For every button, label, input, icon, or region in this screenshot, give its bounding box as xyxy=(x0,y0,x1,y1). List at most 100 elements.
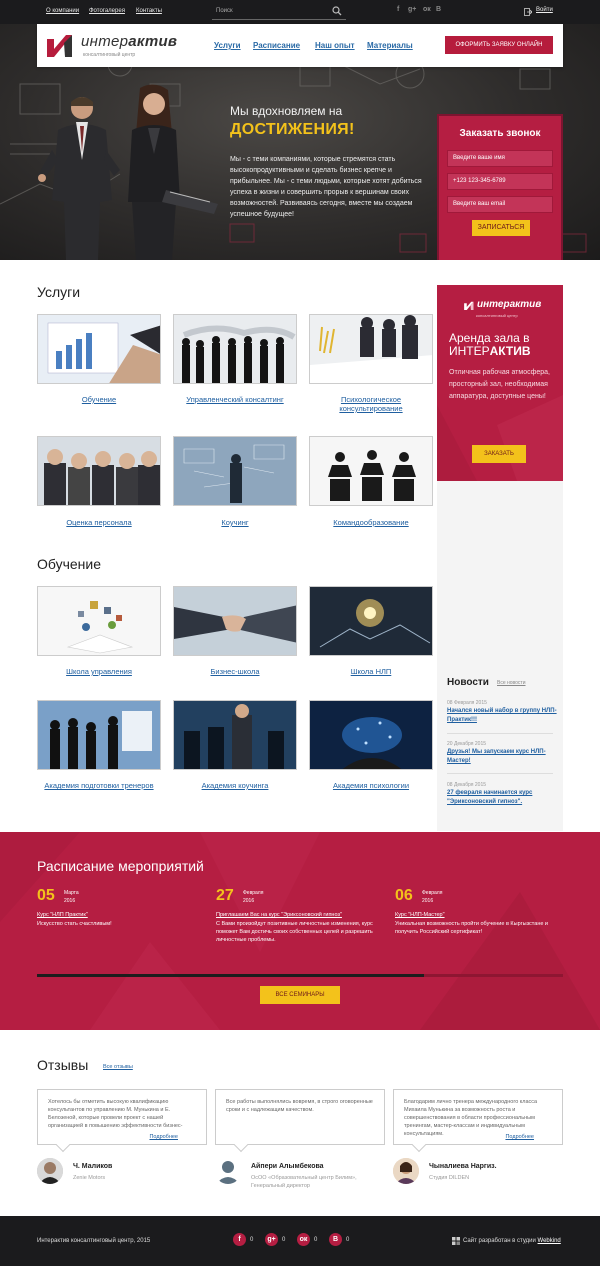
service-link-teambuilding[interactable]: Командообразование xyxy=(309,518,433,527)
hall-rental-banner: интерактив консалтинговый центр Аренда з… xyxy=(437,285,563,481)
news-divider xyxy=(447,773,553,774)
training-link-coaching-academy[interactable]: Академия коучинга xyxy=(173,781,297,790)
service-image-coaching[interactable] xyxy=(173,436,297,506)
search-icon[interactable] xyxy=(332,6,342,16)
reviewer-organization: ОсОО «Образовательный центр Билим», Гене… xyxy=(251,1175,357,1189)
training-image-nlp[interactable] xyxy=(309,586,433,656)
reviews-title: Отзывы xyxy=(37,1057,89,1073)
nav-services[interactable]: Услуги xyxy=(214,41,241,50)
reviewer-name: Чыналиева Наргиз. xyxy=(429,1163,497,1170)
hall-rental-order-button[interactable]: ЗАКАЗАТЬ xyxy=(472,445,526,463)
event-year: 2016 xyxy=(422,898,434,904)
training-link-nlp[interactable]: Школа НЛП xyxy=(309,667,433,676)
sidebar-logo-icon xyxy=(464,301,474,310)
site-header: интерактив консалтинговый центр Услуги Р… xyxy=(37,24,563,67)
event-month: Марта xyxy=(64,890,79,896)
nav-materials[interactable]: Материалы xyxy=(367,41,413,50)
news-date: 08 Февраля 2015 xyxy=(447,700,487,706)
events-scrollbar-thumb[interactable] xyxy=(37,974,424,977)
top-bar: О компании Фотогалерея Контакты Поиск f … xyxy=(0,0,600,24)
training-image-business-school[interactable] xyxy=(173,586,297,656)
reviewer-organization: Студия DILDEN xyxy=(429,1175,470,1181)
events-section: Расписание мероприятий 05 Марта 2016 Кур… xyxy=(0,832,600,1030)
service-image-consulting[interactable] xyxy=(173,314,297,384)
training-link-business-school[interactable]: Бизнес-школа xyxy=(173,667,297,676)
service-link-assessment[interactable]: Оценка персонала xyxy=(37,518,161,527)
review-more-link[interactable]: Подробнее xyxy=(149,1133,178,1141)
news-divider xyxy=(447,733,553,734)
event-description: С Вами произойдут позитивные личностные … xyxy=(216,921,373,943)
logo-subtitle: консалтинговый центр xyxy=(83,52,136,58)
footer-odnoklassniki-icon[interactable]: ок xyxy=(297,1233,310,1246)
nav-experience[interactable]: Наш опыт xyxy=(315,41,355,50)
all-seminars-button[interactable]: ВСЕ СЕМИНАРЫ xyxy=(260,986,340,1004)
services-title: Услуги xyxy=(37,284,81,300)
event-link[interactable]: Приглашаем Вас на курс "Эриксоновский ги… xyxy=(216,912,342,918)
callback-submit-button[interactable]: ЗАПИСАТЬСЯ xyxy=(472,220,530,236)
news-link[interactable]: Начался новый набор в группу НЛП-Практик… xyxy=(447,707,557,725)
footer-copyright: Интерактив консалтинговый центр, 2015 xyxy=(37,1238,151,1244)
training-link-psychology-academy[interactable]: Академия психологии xyxy=(309,781,433,790)
search-placeholder: Поиск xyxy=(216,8,233,14)
search-input[interactable]: Поиск xyxy=(212,4,346,20)
training-image-coaching-academy[interactable] xyxy=(173,700,297,770)
topbar-link-gallery[interactable]: Фотогалерея xyxy=(89,8,125,14)
developer-link[interactable]: Webkind xyxy=(538,1238,561,1244)
reviews-all-link[interactable]: Все отзывы xyxy=(103,1064,133,1070)
service-link-psychology[interactable]: Психологическое консультирование xyxy=(309,395,433,413)
logo-icon[interactable] xyxy=(44,31,76,59)
news-link[interactable]: 27 февраля начинается курс "Эриксоновски… xyxy=(447,789,557,807)
review-text: Все работы выполнялись вовремя, в строго… xyxy=(226,1099,373,1113)
nav-schedule[interactable]: Расписание xyxy=(253,41,300,50)
reviewer-name: Ч. Маликов xyxy=(73,1163,113,1170)
training-link-trainers[interactable]: Академия подготовки тренеров xyxy=(37,781,161,790)
callback-phone-field[interactable]: +123 123-345-6789 xyxy=(447,173,553,190)
event-description: Уникальная возможность пройти обучение в… xyxy=(395,921,549,935)
news-title: Новости xyxy=(447,677,489,688)
order-online-button[interactable]: ОФОРМИТЬ ЗАЯВКУ ОНЛАЙН xyxy=(445,36,553,54)
news-all-link[interactable]: Все новости xyxy=(497,680,526,686)
service-link-consulting[interactable]: Управленческий консалтинг xyxy=(173,395,297,404)
event-link[interactable]: Курс "НЛП-Мастер" xyxy=(395,912,445,918)
odnoklassniki-icon[interactable]: ок xyxy=(423,6,431,13)
login-link[interactable]: Войти xyxy=(536,7,553,13)
footer-facebook-icon[interactable]: f xyxy=(233,1233,246,1246)
service-image-teambuilding[interactable] xyxy=(309,436,433,506)
event-day: 06 xyxy=(395,887,413,904)
service-image-training[interactable] xyxy=(37,314,161,384)
review-more-link[interactable]: Подробнее xyxy=(505,1133,534,1141)
topbar-link-about[interactable]: О компании xyxy=(46,8,79,14)
hero-tagline: Мы вдохновляем на xyxy=(230,104,343,118)
footer-odnoklassniki-count: 0 xyxy=(314,1237,318,1243)
training-image-psychology-academy[interactable] xyxy=(309,700,433,770)
training-image-management[interactable] xyxy=(37,586,161,656)
event-link[interactable]: Курс "НЛП Практик" xyxy=(37,912,88,918)
google-plus-icon[interactable]: g+ xyxy=(408,6,416,13)
studio-logo-icon xyxy=(452,1237,460,1245)
service-image-psychology[interactable] xyxy=(309,314,433,384)
hero-woman-image xyxy=(128,84,218,260)
callback-name-field[interactable]: Введите ваше имя xyxy=(447,150,553,167)
service-link-training[interactable]: Обучение xyxy=(37,395,161,404)
training-image-trainers[interactable] xyxy=(37,700,161,770)
callback-email-field[interactable]: Введите ваш email xyxy=(447,196,553,213)
hero-tagline-accent: ДОСТИЖЕНИЯ! xyxy=(230,121,355,138)
facebook-icon[interactable]: f xyxy=(397,6,399,13)
event-year: 2016 xyxy=(243,898,255,904)
logo-text[interactable]: интерактив xyxy=(81,33,177,50)
footer-google-plus-icon[interactable]: g+ xyxy=(265,1233,278,1246)
service-link-coaching[interactable]: Коучинг xyxy=(173,518,297,527)
sidebar-logo-subtitle: консалтинговый центр xyxy=(476,313,518,318)
sidebar-logo-text: интерактив xyxy=(477,299,542,310)
topbar-link-contacts[interactable]: Контакты xyxy=(136,8,162,14)
footer-vk-count: 0 xyxy=(346,1237,350,1243)
vk-icon[interactable]: B xyxy=(436,6,441,13)
footer-google-plus-count: 0 xyxy=(282,1237,286,1243)
training-link-management[interactable]: Школа управления xyxy=(37,667,161,676)
footer-vk-icon[interactable]: B xyxy=(329,1233,342,1246)
hall-rental-title: Аренда зала в ИНТЕРАКТИВ xyxy=(449,331,531,358)
service-image-assessment[interactable] xyxy=(37,436,161,506)
news-link[interactable]: Друзья! Мы запускаем курс НЛП-Мастер! xyxy=(447,748,557,766)
footer-developer: Сайт разработан в студии Webkind xyxy=(463,1238,561,1244)
event-description: Искусство стать счастливым! xyxy=(37,921,112,927)
